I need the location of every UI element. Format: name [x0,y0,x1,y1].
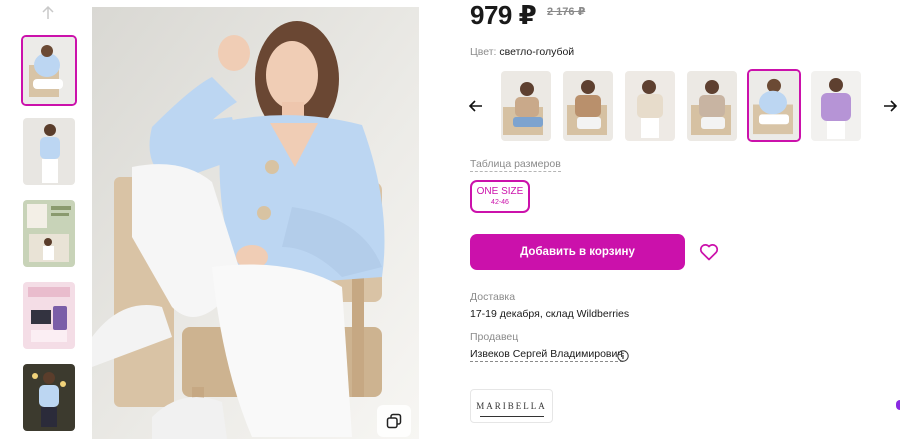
color-variant-6[interactable] [811,71,861,141]
add-to-cart-button[interactable]: Добавить в корзину [470,234,685,270]
color-variant-5-selected[interactable] [747,69,801,142]
thumbnail-3[interactable] [23,200,75,267]
thumbnail-1[interactable] [21,35,77,106]
colors-prev-arrow-icon[interactable] [466,96,486,116]
thumbnails-up-arrow-icon[interactable] [38,3,58,23]
old-price: 2 176 ₽ [547,6,586,18]
color-variant-4[interactable] [687,71,737,141]
thumbnail-4[interactable] [23,282,75,349]
brand-logo[interactable]: MARIBELLA [470,389,553,423]
fullscreen-icon [386,413,402,429]
product-page: 979 ₽ 2 176 ₽ Цвет: светло-голубой Табли… [0,0,900,439]
color-line: Цвет: светло-голубой [470,46,574,58]
color-value: светло-голубой [499,46,575,58]
delivery-label: Доставка [470,291,516,303]
main-product-photo[interactable] [92,7,419,439]
colors-next-arrow-icon[interactable] [880,96,900,116]
thumbnail-2[interactable] [23,118,75,185]
zoom-button[interactable] [377,405,411,437]
seller-label: Продавец [470,331,519,343]
brand-logo-underline [480,416,544,417]
chat-widget-edge[interactable] [896,400,900,410]
color-variant-1[interactable] [501,71,551,141]
color-label: Цвет: [470,46,497,58]
size-range: 42-46 [491,199,509,206]
color-variant-3[interactable] [625,71,675,141]
size-option-one-size[interactable]: ONE SIZE 42-46 [470,180,530,213]
info-icon[interactable] [617,349,629,362]
thumbnail-5[interactable] [23,364,75,431]
current-price: 979 ₽ [470,0,537,30]
color-variant-2[interactable] [563,71,613,141]
delivery-value: 17-19 декабря, склад Wildberries [470,308,630,320]
seller-name-link[interactable]: Извеков Сергей Владимирович [470,348,623,362]
size-label: ONE SIZE [476,186,524,197]
favorite-heart-icon[interactable] [698,241,720,263]
size-table-link[interactable]: Таблица размеров [470,158,561,172]
